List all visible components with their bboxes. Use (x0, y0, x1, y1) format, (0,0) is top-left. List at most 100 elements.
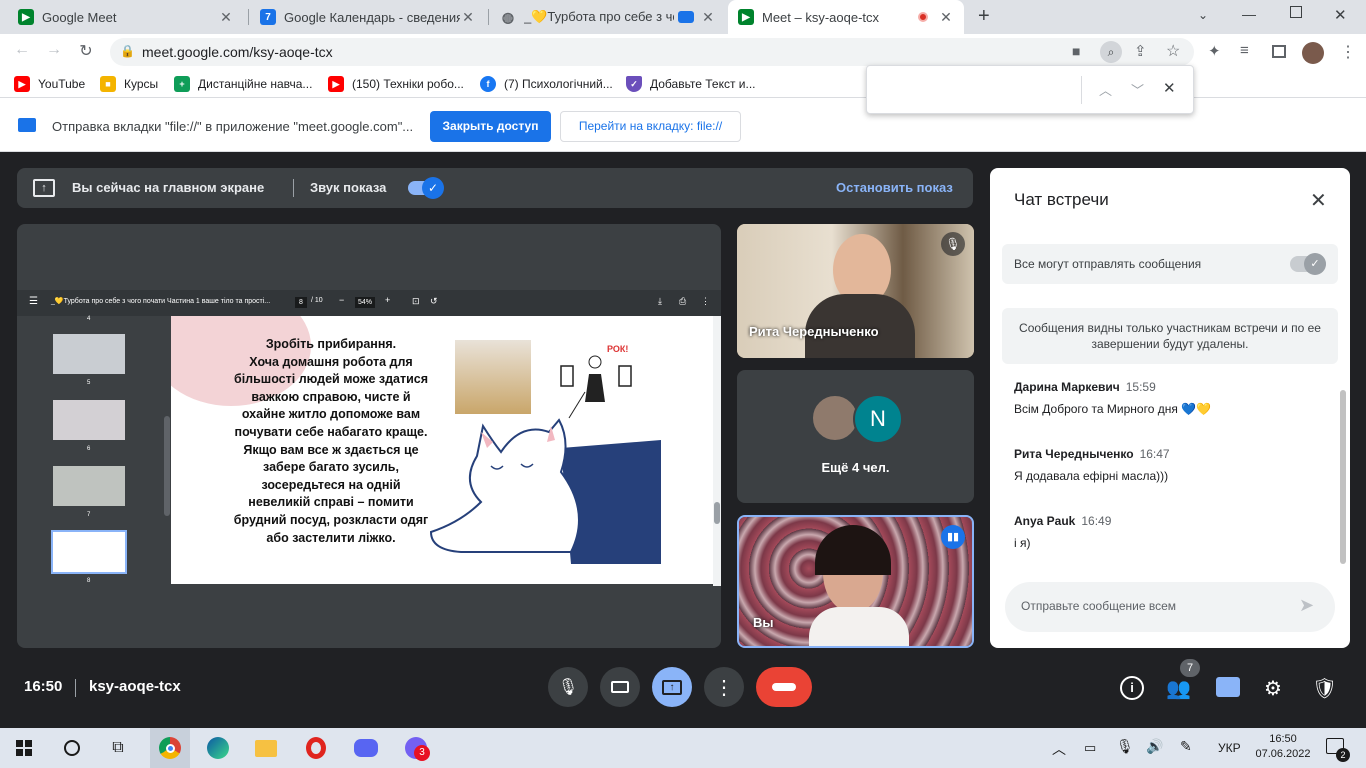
bookmark-techniques[interactable]: ▶ (150) Техніки робо... (328, 70, 464, 98)
activities-icon[interactable]: ⚙ (1264, 676, 1282, 701)
bookmark-add-text[interactable]: ✓ Добавьте Текст и... (626, 70, 756, 98)
pen-icon[interactable]: ✎ (1180, 738, 1192, 755)
minimize-icon[interactable]: — (1242, 6, 1256, 22)
more-participants-tile[interactable]: N Ещё 4 чел. (737, 370, 974, 503)
address-bar[interactable]: 🔒 meet.google.com/ksy-aoqe-tcx ■ ⌕ ⇪ ☆ (110, 38, 1194, 66)
bookmark-youtube[interactable]: ▶ YouTube (14, 70, 85, 98)
zoom-out-icon[interactable]: − (339, 295, 344, 305)
tab-meet-active[interactable]: ▶ Meet – ksy-aoqe-tcx ✕ (728, 0, 964, 34)
thumb-number: 7 (87, 512, 91, 518)
windows-start-icon[interactable] (4, 728, 44, 768)
send-icon[interactable]: ➤ (1299, 595, 1314, 616)
battery-icon[interactable]: ▭ (1084, 740, 1096, 756)
people-icon[interactable]: 👥 (1166, 676, 1191, 701)
thumbnail-page-7[interactable] (53, 466, 125, 506)
forward-icon[interactable]: → (42, 41, 66, 59)
url-text[interactable]: meet.google.com/ksy-aoqe-tcx (142, 44, 333, 60)
find-close-icon[interactable]: ✕ (1163, 79, 1176, 97)
goto-shared-tab-button[interactable]: Перейти на вкладку: file:// (560, 111, 741, 142)
stop-presenting-button[interactable]: Остановить показ (836, 180, 953, 195)
profile-avatar[interactable] (1302, 42, 1324, 64)
fit-page-icon[interactable]: ⊡ (412, 296, 420, 307)
task-view-icon[interactable]: ⧉ (98, 728, 138, 768)
pdf-more-icon[interactable]: ⋮ (701, 296, 710, 307)
close-tab-icon[interactable]: ✕ (218, 9, 234, 26)
chat-permission-toggle[interactable]: ✓ (1290, 253, 1326, 275)
camera-icon[interactable]: ■ (1072, 43, 1080, 59)
find-next-icon[interactable]: ﹀ (1131, 80, 1144, 99)
discord-taskbar-icon[interactable] (346, 728, 386, 768)
meet-icon: ▶ (738, 9, 754, 25)
edge-taskbar-icon[interactable] (198, 728, 238, 768)
tab-pdf-file[interactable]: ◍ _💛Турбота про себе з чо ✕ (490, 0, 726, 34)
media-control-icon[interactable]: ≡ (1240, 42, 1249, 59)
opera-taskbar-icon[interactable] (296, 728, 336, 768)
chrome-taskbar-icon[interactable] (150, 728, 190, 768)
share-audio-toggle[interactable]: ✓ (408, 177, 444, 199)
chat-scrollbar[interactable] (1340, 390, 1346, 564)
find-input[interactable] (873, 74, 1073, 104)
pdf-sidebar-scrollbar[interactable] (163, 316, 171, 586)
rotate-icon[interactable]: ↺ (430, 296, 438, 307)
participant-tile-rita[interactable]: 🎙 Рита Чередныченко (737, 224, 974, 358)
stop-sharing-button[interactable]: Закрыть доступ (430, 111, 551, 142)
find-icon[interactable]: ⌕ (1100, 41, 1122, 63)
reload-icon[interactable]: ↻ (74, 41, 98, 61)
meeting-details-icon[interactable]: i (1120, 676, 1144, 700)
camera-button[interactable] (600, 667, 640, 707)
pdf-zoom-input[interactable]: 54% (355, 297, 375, 308)
bookmark-star-icon[interactable]: ☆ (1166, 41, 1180, 61)
microphone-button[interactable]: 🎙 (548, 667, 588, 707)
close-tab-icon[interactable]: ✕ (460, 9, 476, 26)
chat-message: Рита Чередныченко 16:47 Я додавала ефірні… (1014, 447, 1170, 483)
side-panel-icon[interactable] (1272, 45, 1286, 58)
thumbnail-page-6[interactable] (53, 400, 125, 440)
rock-sticker: РОК! (607, 344, 628, 354)
download-icon[interactable]: ⤓ (658, 296, 662, 307)
back-icon[interactable]: ← (10, 41, 34, 59)
zoom-in-icon[interactable]: + (385, 295, 390, 305)
explorer-taskbar-icon[interactable] (246, 728, 286, 768)
restore-icon[interactable] (1290, 6, 1302, 18)
system-clock[interactable]: 16:50 07.06.2022 (1254, 732, 1312, 762)
volume-icon[interactable]: 🔊 (1146, 738, 1163, 755)
present-button[interactable]: ↑ (652, 667, 692, 707)
tray-overflow-icon[interactable]: ︿ (1052, 739, 1066, 759)
chat-permission-label: Все могут отправлять сообщения (1014, 257, 1202, 271)
pdf-page-input[interactable]: 8 (295, 297, 307, 308)
thumbnail-page-8[interactable] (51, 530, 127, 574)
tab-search-icon[interactable]: ⌄ (1198, 8, 1208, 22)
pdf-menu-icon[interactable]: ☰ (29, 296, 38, 307)
host-controls-icon[interactable]: 🛡 (1312, 676, 1337, 701)
tab-google-meet[interactable]: ▶ Google Meet ✕ (8, 0, 244, 34)
window-close-icon[interactable]: ✕ (1334, 6, 1347, 24)
search-icon[interactable] (52, 728, 92, 768)
chat-input[interactable]: Отправьте сообщение всем ➤ (1005, 582, 1335, 632)
close-chat-icon[interactable]: ✕ (1310, 188, 1327, 213)
thumb-number: 6 (87, 446, 91, 452)
bookmark-distance-learning[interactable]: + Дистанційне навча... (174, 70, 312, 98)
screen-share-icon (18, 118, 36, 132)
check-icon: ✓ (1304, 253, 1326, 275)
mic-tray-icon[interactable]: 🎙 (1116, 738, 1134, 755)
bookmark-courses[interactable]: ■ Курсы (100, 70, 158, 98)
new-tab-icon[interactable]: + (978, 5, 990, 28)
print-icon[interactable]: ⎙ (679, 296, 686, 307)
close-tab-icon[interactable]: ✕ (938, 9, 954, 26)
chat-icon[interactable] (1216, 677, 1240, 697)
pdf-page-scrollbar[interactable] (713, 316, 721, 586)
chat-title: Чат встречи (1014, 190, 1109, 209)
tab-google-calendar[interactable]: 7 Google Календарь - сведения о ✕ (250, 0, 486, 34)
bookmark-psychology[interactable]: f (7) Психологічний... (480, 70, 613, 98)
input-language[interactable]: УКР (1218, 741, 1241, 755)
extensions-icon[interactable]: ✦ (1208, 42, 1221, 60)
find-previous-icon[interactable]: ︿ (1099, 80, 1112, 99)
thumbnail-page-5[interactable] (53, 334, 125, 374)
self-view-tile[interactable]: ▮▮ Вы (737, 515, 974, 648)
end-call-button[interactable] (756, 667, 812, 707)
recording-dot-icon (918, 12, 928, 22)
more-options-button[interactable]: ⋮ (704, 667, 744, 707)
close-tab-icon[interactable]: ✕ (700, 9, 716, 26)
chrome-menu-icon[interactable]: ⋮ (1340, 42, 1356, 62)
share-icon[interactable]: ⇪ (1134, 42, 1147, 60)
